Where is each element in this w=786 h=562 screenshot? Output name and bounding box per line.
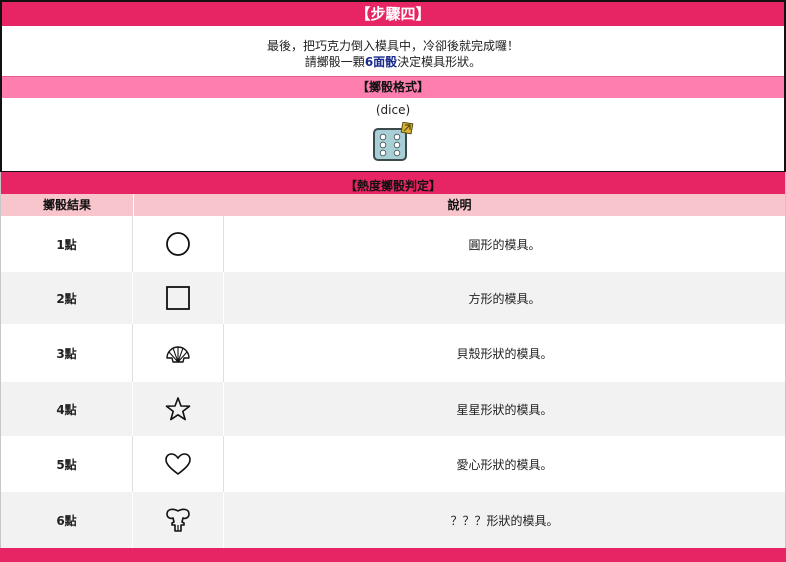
star-icon <box>133 382 224 436</box>
shell-icon <box>133 324 224 382</box>
row-description: 星星形狀的模具。 <box>456 402 553 417</box>
row-description: 愛心形狀的模具。 <box>456 457 553 472</box>
intro-line-1: 最後，把巧克力倒入模具中，冷卻後就完成囉！ <box>266 39 519 53</box>
table-row: 6點 ？？？形狀的模具。 <box>1 492 785 548</box>
judgement-title: 【熱度擲骰判定】 <box>1 172 785 194</box>
column-header-result: 擲骰結果 <box>1 194 134 216</box>
circle-icon <box>133 216 224 272</box>
table-row: 4點 星星形狀的模具。 <box>1 382 785 436</box>
row-result: 6點 <box>1 492 133 548</box>
column-header-description: 說明 <box>447 198 472 212</box>
bottom-bar <box>0 548 786 562</box>
table-row: 1點 圓形的模具。 <box>1 216 785 272</box>
step-panel: 【步驟四】 最後，把巧克力倒入模具中，冷卻後就完成囉！ 請擲骰一顆6面骰決定模具… <box>0 0 786 174</box>
row-description: 方形的模具。 <box>468 291 541 306</box>
dice-format-area: (dice) <box>2 103 784 162</box>
intro-line-2-post: 決定模具形狀。 <box>397 55 482 69</box>
heart-icon <box>133 436 224 492</box>
row-result: 2點 <box>1 272 133 324</box>
mystery-shape-icon <box>133 492 224 548</box>
row-result: 4點 <box>1 382 133 436</box>
dice-command: (dice) <box>375 103 411 117</box>
square-icon <box>133 272 224 324</box>
step-title: 【步驟四】 <box>2 2 784 26</box>
table-row: 2點 方形的模具。 <box>1 272 785 324</box>
row-result: 1點 <box>1 216 133 272</box>
dice-format-title: 【擲骰格式】 <box>2 76 784 98</box>
intro-highlight: 6面骰 <box>364 55 398 69</box>
row-description: 貝殼形狀的模具。 <box>456 346 553 361</box>
row-description: 圓形的模具。 <box>468 237 541 252</box>
row-description: ？？？形狀的模具。 <box>450 513 559 528</box>
step-intro: 最後，把巧克力倒入模具中，冷卻後就完成囉！ 請擲骰一顆6面骰決定模具形狀。 <box>2 26 784 76</box>
dice-icon[interactable] <box>372 122 414 162</box>
page: 【步驟四】 最後，把巧克力倒入模具中，冷卻後就完成囉！ 請擲骰一顆6面骰決定模具… <box>0 0 786 562</box>
intro-line-2: 請擲骰一顆6面骰決定模具形狀。 <box>2 54 784 70</box>
table-header: 擲骰結果 說明 <box>1 194 785 216</box>
judgement-table: 【熱度擲骰判定】 擲骰結果 說明 1點 圓形的模具。 2點 方形的模具。 3點 <box>0 172 786 562</box>
table-row: 5點 愛心形狀的模具。 <box>1 436 785 492</box>
intro-line-2-pre: 請擲骰一顆 <box>304 55 365 69</box>
row-result: 3點 <box>1 324 133 382</box>
row-result: 5點 <box>1 436 133 492</box>
table-row: 3點 貝殼形狀的模具。 <box>1 324 785 382</box>
